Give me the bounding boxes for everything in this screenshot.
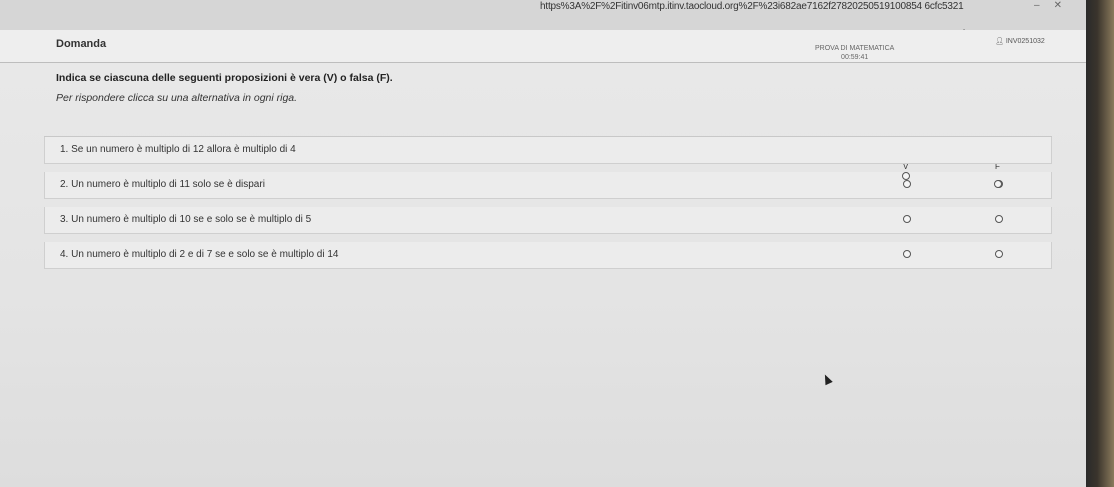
user-label: INV0251032 — [1005, 38, 1045, 45]
statement-text: 1. Se un numero è multiplo di 12 allora … — [60, 144, 296, 155]
statement-text: 2. Un numero è multiplo di 11 solo se è … — [60, 179, 265, 190]
screen: https%3A%2F%2Fitinv06mtp.itinv.taocloud.… — [0, 0, 1086, 487]
radio-false-4[interactable] — [995, 250, 1003, 258]
statement-text: 3. Un numero è multiplo di 10 se e solo … — [60, 214, 312, 225]
address-bar[interactable]: https%3A%2F%2Fitinv06mtp.itinv.taocloud.… — [540, 1, 964, 12]
statements-table: 1. Se un numero è multiplo di 12 allora … — [44, 136, 1052, 277]
table-row: 2. Un numero è multiplo di 11 solo se è … — [44, 172, 1052, 199]
question-instruction: Indica se ciascuna delle seguenti propos… — [56, 72, 393, 84]
timer: 00:59:41 — [841, 54, 869, 61]
table-row: 4. Un numero è multiplo di 2 e di 7 se e… — [44, 242, 1052, 269]
user-icon: 👤︎ — [995, 38, 1004, 45]
question-hint: Per rispondere clicca su una alternativa… — [56, 92, 298, 104]
page-header: Domanda PROVA DI MATEMATICA 00:59:41 — [0, 30, 1086, 63]
mouse-cursor-icon — [821, 372, 833, 386]
minimize-icon[interactable]: ‒ — [1034, 0, 1040, 11]
table-row: 3. Un numero è multiplo di 10 se e solo … — [44, 207, 1052, 234]
radio-true-1[interactable] — [902, 172, 910, 180]
statement-text: 4. Un numero è multiplo di 2 e di 7 se e… — [60, 249, 339, 260]
radio-true-2[interactable] — [903, 180, 911, 188]
test-info: PROVA DI MATEMATICA 00:59:41 — [815, 44, 894, 62]
browser-toolbar: https%3A%2F%2Fitinv06mtp.itinv.taocloud.… — [0, 0, 1086, 31]
test-name: PROVA DI MATEMATICA — [815, 45, 895, 52]
page-title: Domanda — [56, 38, 107, 50]
radio-true-4[interactable] — [903, 250, 911, 258]
radio-true-3[interactable] — [903, 215, 911, 223]
radio-false-1[interactable] — [994, 180, 1002, 188]
table-row: 1. Se un numero è multiplo di 12 allora … — [44, 137, 1052, 164]
close-icon[interactable]: ✕ — [1054, 0, 1062, 11]
monitor-bezel — [1086, 0, 1114, 487]
radio-false-3[interactable] — [995, 215, 1003, 223]
window-controls: ‒ ✕ — [1034, 0, 1062, 11]
user-id: 👤︎ INV0251032 — [995, 37, 1045, 45]
